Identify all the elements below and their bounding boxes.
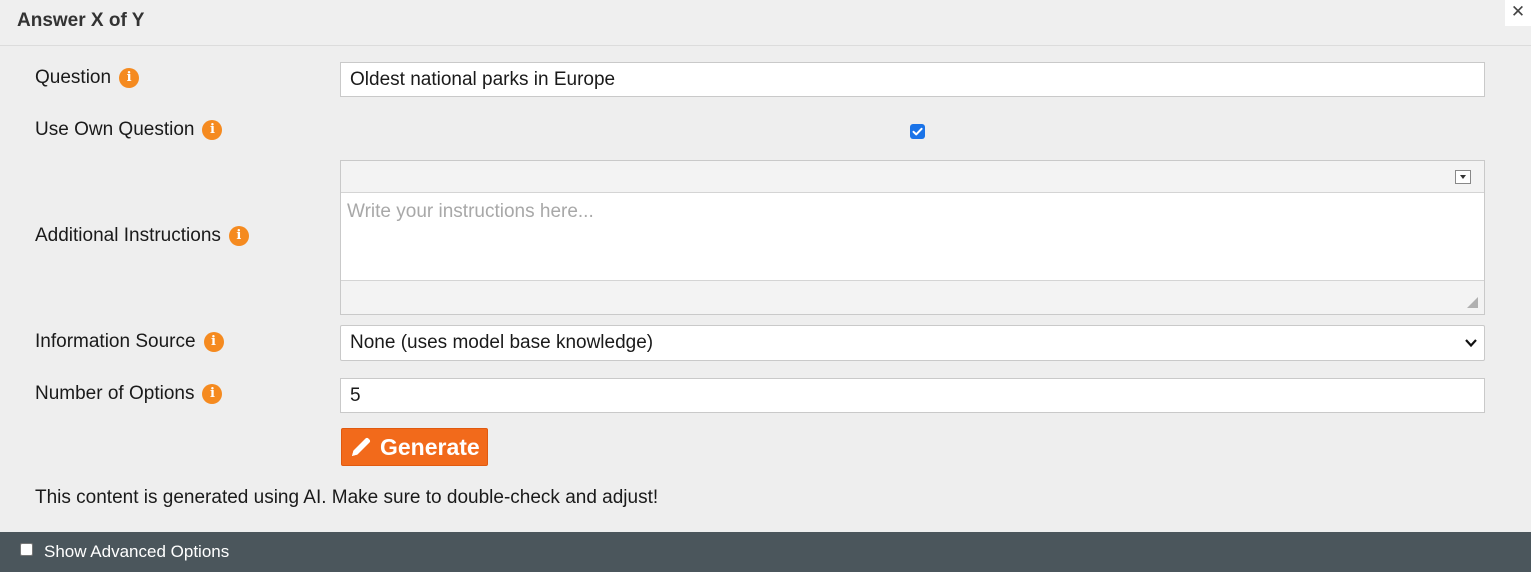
resize-handle-icon[interactable]	[1467, 297, 1478, 308]
question-label-row: Question i	[35, 67, 140, 89]
information-source-label-row: Information Source i	[35, 331, 224, 353]
use-own-question-checkbox[interactable]	[910, 124, 925, 139]
editor-statusbar	[341, 280, 1484, 314]
question-label: Question	[35, 67, 112, 88]
number-of-options-label: Number of Options	[35, 383, 195, 404]
checkmark-icon	[912, 127, 923, 136]
ai-notice: This content is generated using AI. Make…	[35, 487, 659, 508]
editor-toolbar	[341, 161, 1484, 193]
info-icon[interactable]: i	[202, 384, 223, 404]
use-own-question-label: Use Own Question	[35, 119, 195, 140]
toolbar-toggle-button[interactable]	[1455, 170, 1471, 184]
generate-button[interactable]: Generate	[341, 428, 488, 466]
info-icon[interactable]: i	[119, 68, 140, 88]
advanced-options-label[interactable]: Show Advanced Options	[44, 542, 229, 562]
generate-label: Generate	[380, 433, 480, 460]
info-icon[interactable]: i	[228, 226, 249, 246]
question-input[interactable]: Oldest national parks in Europe	[340, 62, 1485, 97]
use-own-question-label-row: Use Own Question i	[35, 119, 223, 141]
dialog-header: Answer X of Y ✕	[0, 0, 1531, 46]
question-value: Oldest national parks in Europe	[350, 68, 616, 90]
number-of-options-value: 5	[350, 384, 361, 406]
chevron-down-icon	[1465, 339, 1477, 348]
close-icon: ✕	[1510, 2, 1526, 21]
pencil-icon	[349, 435, 373, 459]
advanced-options-checkbox[interactable]	[20, 542, 33, 556]
dialog-title: Answer X of Y	[17, 10, 145, 31]
additional-instructions-label-row: Additional Instructions i	[35, 225, 249, 247]
information-source-label: Information Source	[35, 331, 196, 352]
instructions-textarea[interactable]: Write your instructions here...	[341, 193, 1484, 281]
number-of-options-input[interactable]: 5	[340, 378, 1485, 413]
instructions-editor: Write your instructions here...	[340, 160, 1485, 315]
info-icon[interactable]: i	[203, 332, 224, 352]
information-source-value: None (uses model base knowledge)	[350, 332, 654, 353]
additional-instructions-label: Additional Instructions	[35, 225, 221, 246]
advanced-options-bar: Show Advanced Options	[0, 532, 1531, 572]
close-button[interactable]: ✕	[1505, 0, 1531, 26]
info-icon[interactable]: i	[202, 120, 223, 140]
information-source-select[interactable]: None (uses model base knowledge)	[340, 325, 1485, 361]
number-of-options-label-row: Number of Options i	[35, 383, 223, 405]
